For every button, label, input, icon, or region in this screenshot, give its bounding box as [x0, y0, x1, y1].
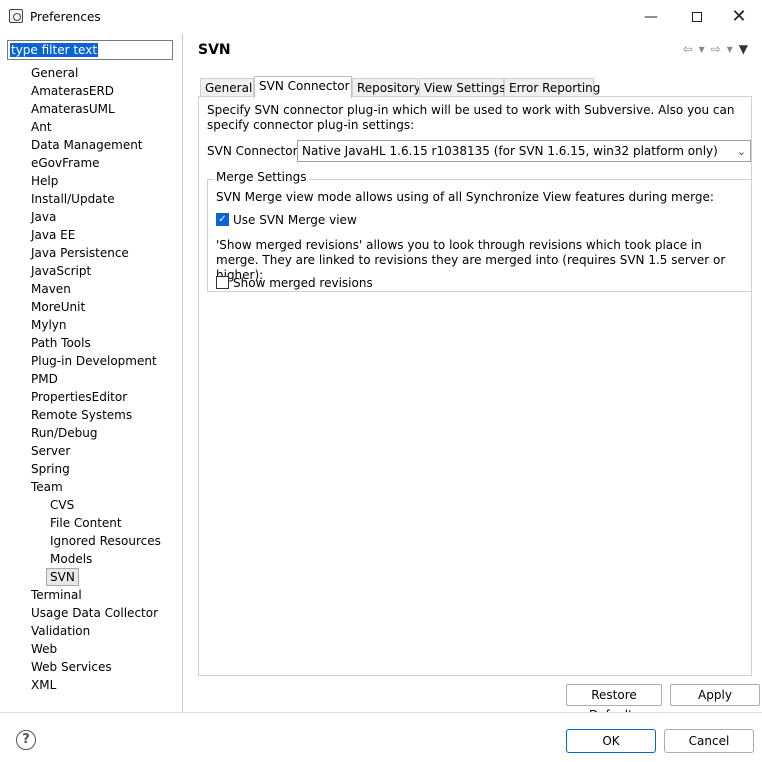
tab-view-settings[interactable]: View Settings	[419, 78, 506, 97]
use-svn-merge-view-label: Use SVN Merge view	[233, 213, 357, 227]
preferences-app-icon	[9, 9, 23, 23]
svn-connector-select[interactable]: Native JavaHL 1.6.15 r1038135 (for SVN 1…	[297, 140, 751, 162]
tree-item-spring[interactable]: Spring	[31, 460, 70, 478]
tree-item-amaterasuml[interactable]: AmaterasUML	[31, 100, 115, 118]
tree-item-maven[interactable]: Maven	[31, 280, 71, 298]
restore-defaults-button[interactable]: Restore Defaults	[566, 684, 662, 722]
dialog-footer: ? OK Cancel	[0, 712, 762, 762]
svn-connector-value: Native JavaHL 1.6.15 r1038135 (for SVN 1…	[302, 144, 718, 158]
filter-input-text: type filter text	[10, 43, 99, 57]
apply-button[interactable]: Apply	[670, 684, 760, 706]
maximize-button[interactable]	[674, 0, 720, 34]
tree-item-pmd[interactable]: PMD	[31, 370, 58, 388]
merge-settings-group: Merge Settings SVN Merge view mode allow…	[207, 170, 752, 292]
tree-item-file-content[interactable]: File Content	[50, 514, 122, 532]
tree-item-install-update[interactable]: Install/Update	[31, 190, 115, 208]
tab-repository[interactable]: Repository	[352, 78, 421, 97]
checkbox-unchecked-icon	[216, 276, 229, 289]
back-arrow-icon[interactable]: ⇦	[683, 42, 699, 56]
tree-item-xml[interactable]: XML	[31, 676, 56, 694]
page-navigation: ⇦▾⇨▾▼	[683, 42, 754, 56]
svn-connector-label: SVN Connector:	[207, 144, 302, 158]
tree-item-run-debug[interactable]: Run/Debug	[31, 424, 98, 442]
connector-description: Specify SVN connector plug-in which will…	[207, 103, 735, 132]
merge-view-description: SVN Merge view mode allows using of all …	[216, 190, 714, 204]
view-menu-icon[interactable]: ▼	[739, 42, 754, 56]
tree-item-egovframe[interactable]: eGovFrame	[31, 154, 100, 172]
show-merged-revisions-checkbox[interactable]: Show merged revisions	[216, 275, 373, 291]
tree-item-mylyn[interactable]: Mylyn	[31, 316, 67, 334]
tree-item-terminal[interactable]: Terminal	[31, 586, 82, 604]
tab-general[interactable]: General	[200, 78, 254, 97]
tree-item-java[interactable]: Java	[31, 208, 56, 226]
show-merged-revisions-label: Show merged revisions	[233, 276, 373, 290]
tree-item-moreunit[interactable]: MoreUnit	[31, 298, 85, 316]
tree-item-propertieseditor[interactable]: PropertiesEditor	[31, 388, 127, 406]
use-svn-merge-view-checkbox[interactable]: ✓ Use SVN Merge view	[216, 212, 357, 228]
tab-svn-connector[interactable]: SVN Connector	[254, 76, 352, 98]
tree-item-general[interactable]: General	[31, 64, 78, 82]
forward-arrow-icon[interactable]: ⇨	[711, 42, 727, 56]
maximize-icon	[692, 12, 702, 22]
tab-error-reporting[interactable]: Error Reporting	[504, 78, 600, 97]
tree-item-path-tools[interactable]: Path Tools	[31, 334, 91, 352]
preferences-tree-pane: type filter text General AmaterasERD Amate…	[0, 34, 183, 712]
close-button[interactable]: ✕	[716, 0, 762, 34]
preference-page: SVN ⇦▾⇨▾▼ General SVN Connector Reposito…	[184, 34, 762, 722]
tree-item-cvs[interactable]: CVS	[50, 496, 74, 514]
tree-item-remote-systems[interactable]: Remote Systems	[31, 406, 132, 424]
tree-item-ant[interactable]: Ant	[31, 118, 52, 136]
tree-item-ignored-resources[interactable]: Ignored Resources	[50, 532, 161, 550]
tree-item-svn[interactable]: SVN	[46, 568, 79, 586]
tree-item-usage-data-collector[interactable]: Usage Data Collector	[31, 604, 158, 622]
tree-item-web[interactable]: Web	[31, 640, 57, 658]
tree-item-data-management[interactable]: Data Management	[31, 136, 143, 154]
help-icon[interactable]: ?	[16, 730, 36, 750]
tree-item-models[interactable]: Models	[50, 550, 92, 568]
back-dropdown-icon[interactable]: ▾	[699, 42, 711, 56]
tree-item-web-services[interactable]: Web Services	[31, 658, 112, 676]
minimize-button[interactable]: —	[628, 0, 674, 34]
merge-settings-title: Merge Settings	[214, 170, 309, 184]
tree-item-server[interactable]: Server	[31, 442, 70, 460]
tree-item-plug-in-development[interactable]: Plug-in Development	[31, 352, 157, 370]
forward-dropdown-icon[interactable]: ▾	[727, 42, 739, 56]
checkbox-checked-icon: ✓	[216, 213, 229, 226]
filter-input[interactable]: type filter text	[7, 40, 173, 60]
tree-item-team[interactable]: Team	[31, 478, 63, 496]
cancel-button[interactable]: Cancel	[664, 729, 754, 753]
title-bar: Preferences — ✕	[0, 0, 762, 34]
page-title: SVN	[198, 42, 231, 58]
tree-item-help[interactable]: Help	[31, 172, 58, 190]
svn-connector-panel: Specify SVN connector plug-in which will…	[198, 96, 752, 676]
window-title: Preferences	[30, 10, 101, 24]
chevron-down-icon: ⌄	[736, 145, 746, 158]
tree-item-java-persistence[interactable]: Java Persistence	[31, 244, 129, 262]
tree-item-javascript[interactable]: JavaScript	[31, 262, 91, 280]
tree-item-java-ee[interactable]: Java EE	[31, 226, 75, 244]
tree-item-validation[interactable]: Validation	[31, 622, 90, 640]
tree-item-amateraserd[interactable]: AmaterasERD	[31, 82, 114, 100]
ok-button[interactable]: OK	[566, 729, 656, 753]
